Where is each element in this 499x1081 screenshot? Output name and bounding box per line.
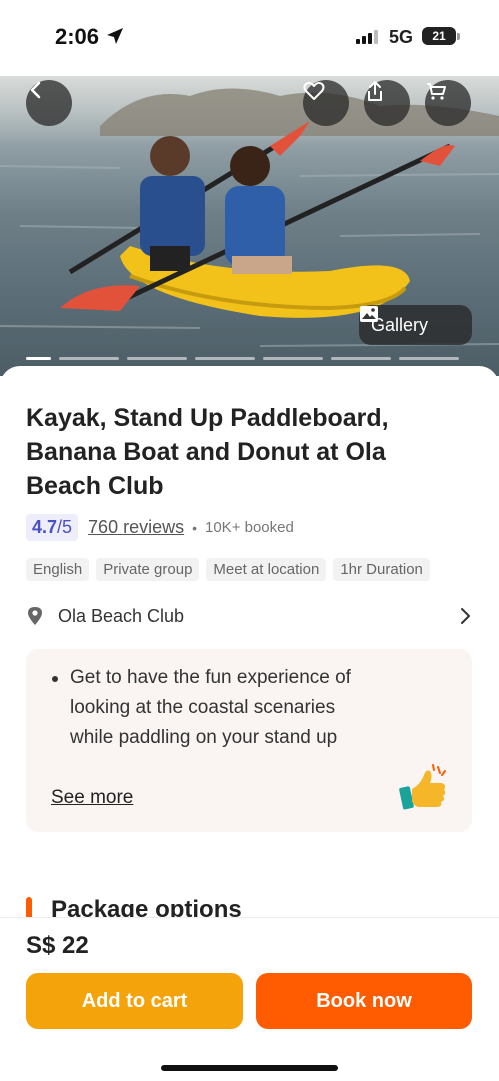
status-time: 2:06 bbox=[55, 24, 100, 49]
product-title: Kayak, Stand Up Paddleboard, Banana Boat… bbox=[26, 404, 389, 500]
rating-value: 4.7 bbox=[32, 517, 58, 537]
tag-language: English bbox=[26, 558, 90, 581]
tag-duration: 1hr Duration bbox=[333, 558, 430, 581]
location-pin-icon bbox=[28, 607, 42, 625]
hero-image[interactable]: Gallery bbox=[0, 76, 499, 376]
rating-max: /5 bbox=[57, 517, 73, 537]
carousel-dot bbox=[59, 357, 119, 360]
signal-icon bbox=[356, 30, 378, 44]
rating-badge: 4.7/5 bbox=[26, 514, 79, 541]
price-label: S$ 22 bbox=[26, 932, 89, 959]
reviews-link[interactable]: 760 reviews bbox=[88, 517, 184, 538]
add-to-cart-button[interactable]: Add to cart bbox=[26, 973, 243, 1029]
carousel-dot bbox=[263, 357, 323, 360]
tag-meeting: Meet at location bbox=[206, 558, 327, 581]
carousel-indicator bbox=[26, 357, 459, 360]
gallery-label: Gallery bbox=[371, 314, 429, 335]
tag-list: English Private group Meet at location 1… bbox=[26, 558, 430, 581]
product-details: Kayak, Stand Up Paddleboard, Banana Boat… bbox=[0, 366, 499, 926]
book-now-button[interactable]: Book now bbox=[256, 973, 472, 1029]
wishlist-button[interactable] bbox=[303, 80, 349, 126]
cart-icon bbox=[427, 83, 446, 100]
network-label: 5G bbox=[389, 27, 414, 47]
back-icon bbox=[30, 81, 41, 99]
thumbs-up-icon bbox=[399, 764, 446, 810]
cart-button[interactable] bbox=[425, 80, 471, 126]
battery-icon: 21 bbox=[422, 27, 456, 45]
gallery-button[interactable]: Gallery bbox=[359, 305, 472, 345]
description-card: Get to have the fun experience of lookin… bbox=[26, 649, 472, 832]
see-more-link[interactable]: See more bbox=[51, 787, 133, 809]
carousel-dot bbox=[195, 357, 255, 360]
description-list: Get to have the fun experience of lookin… bbox=[50, 663, 370, 753]
heart-icon bbox=[303, 81, 325, 100]
share-button[interactable] bbox=[364, 80, 410, 126]
battery-level: 21 bbox=[432, 29, 446, 43]
location-arrow-icon bbox=[107, 28, 123, 44]
back-button[interactable] bbox=[26, 80, 72, 126]
carousel-dot bbox=[399, 357, 459, 360]
gallery-icon bbox=[360, 306, 378, 322]
location-label: Ola Beach Club bbox=[58, 605, 185, 626]
home-indicator[interactable] bbox=[161, 1065, 338, 1071]
booking-footer: S$ 22 Add to cart Book now bbox=[0, 917, 499, 1081]
chevron-right-icon bbox=[461, 608, 470, 624]
separator-dot: • bbox=[192, 519, 197, 536]
rating-row: 4.7/5 760 reviews • 10K+ booked bbox=[26, 514, 294, 541]
battery-tip bbox=[457, 33, 460, 40]
status-bar: 2:06 5G 21 bbox=[0, 0, 499, 76]
booked-count: 10K+ booked bbox=[205, 519, 294, 536]
carousel-dot bbox=[127, 357, 187, 360]
carousel-dot bbox=[26, 357, 51, 360]
description-bullet: Get to have the fun experience of lookin… bbox=[50, 663, 370, 753]
location-row[interactable]: Ola Beach Club bbox=[26, 602, 472, 630]
share-icon bbox=[368, 81, 382, 101]
carousel-dot bbox=[331, 357, 391, 360]
tag-group: Private group bbox=[96, 558, 200, 581]
